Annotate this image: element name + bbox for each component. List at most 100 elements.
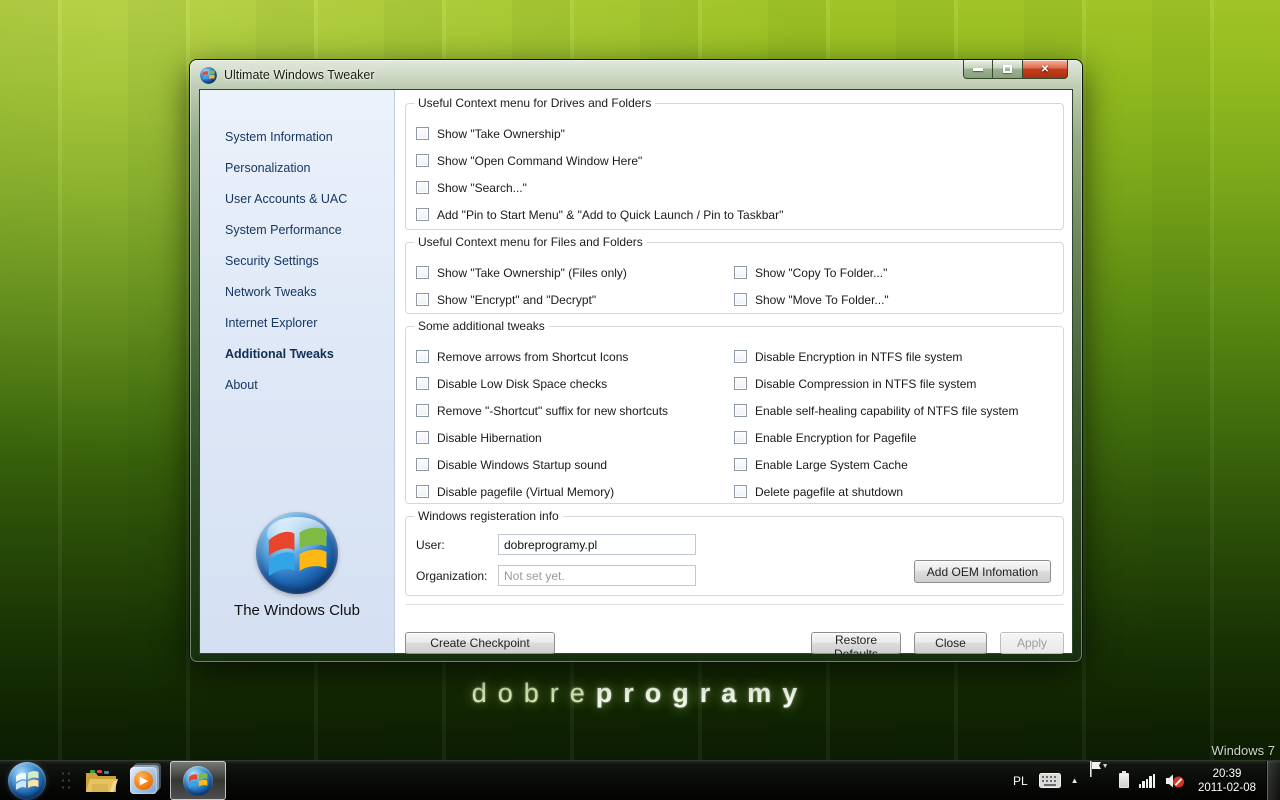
checkbox-row[interactable]: Show "Open Command Window Here" bbox=[416, 147, 1053, 174]
checkbox-label[interactable]: Enable self-healing capability of NTFS f… bbox=[755, 404, 1018, 418]
checkbox-label[interactable]: Disable Windows Startup sound bbox=[437, 458, 607, 472]
checkbox-enable-large-system-cache[interactable] bbox=[734, 458, 747, 471]
sidebar-item-network-tweaks[interactable]: Network Tweaks bbox=[200, 277, 394, 308]
checkbox-take-ownership-files[interactable] bbox=[416, 266, 429, 279]
checkbox-label[interactable]: Delete pagefile at shutdown bbox=[755, 485, 903, 499]
taskbar-clock[interactable]: 20:39 2011-02-08 bbox=[1190, 767, 1266, 795]
show-desktop-button[interactable] bbox=[1266, 761, 1280, 800]
checkbox-row[interactable]: Show "Copy To Folder..." bbox=[734, 259, 1053, 286]
language-indicator[interactable]: PL bbox=[1007, 774, 1034, 788]
apply-button[interactable]: Apply bbox=[1000, 632, 1064, 654]
checkbox-open-command-window[interactable] bbox=[416, 154, 429, 167]
checkbox-row[interactable]: Delete pagefile at shutdown bbox=[734, 478, 1053, 505]
checkbox-label[interactable]: Show "Copy To Folder..." bbox=[755, 266, 887, 280]
taskbar-media-player-button[interactable]: ▶ bbox=[122, 761, 164, 800]
close-icon: ✕ bbox=[1041, 64, 1049, 75]
checkbox-label[interactable]: Show "Take Ownership" bbox=[437, 127, 565, 141]
windows-club-logo-block: The Windows Club bbox=[200, 512, 394, 619]
checkbox-row[interactable]: Disable Encryption in NTFS file system bbox=[734, 343, 1053, 370]
checkbox-row[interactable]: Enable Encryption for Pagefile bbox=[734, 424, 1053, 451]
checkbox-label[interactable]: Show "Encrypt" and "Decrypt" bbox=[437, 293, 596, 307]
checkbox-row[interactable]: Remove "-Shortcut" suffix for new shortc… bbox=[416, 397, 734, 424]
checkbox-row[interactable]: Remove arrows from Shortcut Icons bbox=[416, 343, 734, 370]
checkbox-row[interactable]: Show "Encrypt" and "Decrypt" bbox=[416, 286, 734, 313]
checkbox-label[interactable]: Show "Open Command Window Here" bbox=[437, 154, 642, 168]
volume-button[interactable] bbox=[1160, 761, 1190, 800]
checkbox-row[interactable]: Disable pagefile (Virtual Memory) bbox=[416, 478, 734, 505]
user-input[interactable] bbox=[498, 534, 696, 555]
ultimate-windows-tweaker-window: Ultimate Windows Tweaker ✕ System Inform… bbox=[190, 60, 1082, 662]
start-button[interactable] bbox=[8, 762, 46, 800]
checkbox-label[interactable]: Disable Compression in NTFS file system bbox=[755, 377, 976, 391]
sidebar-item-about[interactable]: About bbox=[200, 370, 394, 401]
checkbox-disable-startup-sound[interactable] bbox=[416, 458, 429, 471]
sidebar-item-personalization[interactable]: Personalization bbox=[200, 153, 394, 184]
checkbox-disable-pagefile[interactable] bbox=[416, 485, 429, 498]
checkbox-encrypt-decrypt[interactable] bbox=[416, 293, 429, 306]
checkbox-row[interactable]: Show "Move To Folder..." bbox=[734, 286, 1053, 313]
action-center-button[interactable]: ▼ bbox=[1084, 761, 1114, 800]
checkbox-row[interactable]: Enable self-healing capability of NTFS f… bbox=[734, 397, 1053, 424]
network-button[interactable] bbox=[1134, 761, 1161, 800]
checkbox-row[interactable]: Disable Low Disk Space checks bbox=[416, 370, 734, 397]
close-button[interactable]: ✕ bbox=[1022, 60, 1068, 79]
sidebar-item-system-performance[interactable]: System Performance bbox=[200, 215, 394, 246]
checkbox-take-ownership[interactable] bbox=[416, 127, 429, 140]
minimize-button[interactable] bbox=[963, 60, 993, 79]
checkbox-copy-to-folder[interactable] bbox=[734, 266, 747, 279]
restore-defaults-button[interactable]: Restore Defaults bbox=[811, 632, 901, 654]
checkbox-label[interactable]: Disable Encryption in NTFS file system bbox=[755, 350, 962, 364]
checkbox-remove-shortcut-suffix[interactable] bbox=[416, 404, 429, 417]
taskbar-uwt-active-button[interactable] bbox=[170, 761, 226, 800]
checkbox-disable-hibernation[interactable] bbox=[416, 431, 429, 444]
power-battery-button[interactable] bbox=[1114, 761, 1134, 800]
organization-input[interactable] bbox=[498, 565, 696, 586]
checkbox-row[interactable]: Disable Hibernation bbox=[416, 424, 734, 451]
checkbox-row[interactable]: Disable Compression in NTFS file system bbox=[734, 370, 1053, 397]
clock-time: 20:39 bbox=[1198, 767, 1256, 781]
checkbox-label[interactable]: Enable Large System Cache bbox=[755, 458, 908, 472]
sidebar-item-internet-explorer[interactable]: Internet Explorer bbox=[200, 308, 394, 339]
checkbox-move-to-folder[interactable] bbox=[734, 293, 747, 306]
checkbox-row[interactable]: Disable Windows Startup sound bbox=[416, 451, 734, 478]
checkbox-label[interactable]: Remove "-Shortcut" suffix for new shortc… bbox=[437, 404, 668, 418]
taskbar-explorer-button[interactable] bbox=[80, 761, 122, 800]
checkbox-disable-low-disk-space[interactable] bbox=[416, 377, 429, 390]
checkbox-label[interactable]: Remove arrows from Shortcut Icons bbox=[437, 350, 628, 364]
checkbox-show-search[interactable] bbox=[416, 181, 429, 194]
add-oem-information-button[interactable]: Add OEM Infomation bbox=[914, 560, 1051, 583]
checkbox-pin-start-menu[interactable] bbox=[416, 208, 429, 221]
checkbox-enable-ntfs-self-healing[interactable] bbox=[734, 404, 747, 417]
checkbox-row[interactable]: Show "Take Ownership" (Files only) bbox=[416, 259, 734, 286]
show-hidden-icons-button[interactable]: ▲ bbox=[1066, 761, 1084, 800]
checkbox-row[interactable]: Show "Search..." bbox=[416, 174, 1053, 201]
checkbox-label[interactable]: Disable Low Disk Space checks bbox=[437, 377, 607, 391]
title-bar[interactable]: Ultimate Windows Tweaker ✕ bbox=[190, 60, 1082, 90]
create-checkpoint-button[interactable]: Create Checkpoint bbox=[405, 632, 555, 654]
checkbox-label[interactable]: Disable Hibernation bbox=[437, 431, 542, 445]
checkbox-label[interactable]: Show "Take Ownership" (Files only) bbox=[437, 266, 627, 280]
checkbox-label[interactable]: Enable Encryption for Pagefile bbox=[755, 431, 916, 445]
checkbox-row[interactable]: Enable Large System Cache bbox=[734, 451, 1053, 478]
close-dialog-button[interactable]: Close bbox=[914, 632, 987, 654]
checkbox-disable-ntfs-encryption[interactable] bbox=[734, 350, 747, 363]
maximize-button[interactable] bbox=[993, 60, 1022, 79]
checkbox-label[interactable]: Show "Move To Folder..." bbox=[755, 293, 889, 307]
checkbox-enable-pagefile-encryption[interactable] bbox=[734, 431, 747, 444]
checkbox-disable-ntfs-compression[interactable] bbox=[734, 377, 747, 390]
checkbox-remove-shortcut-arrows[interactable] bbox=[416, 350, 429, 363]
sidebar-item-user-accounts-uac[interactable]: User Accounts & UAC bbox=[200, 184, 394, 215]
checkbox-delete-pagefile-shutdown[interactable] bbox=[734, 485, 747, 498]
sidebar-item-additional-tweaks[interactable]: Additional Tweaks bbox=[200, 339, 394, 370]
checkbox-label[interactable]: Show "Search..." bbox=[437, 181, 527, 195]
clock-date: 2011-02-08 bbox=[1198, 781, 1256, 795]
window-controls: ✕ bbox=[963, 60, 1068, 79]
checkbox-label[interactable]: Disable pagefile (Virtual Memory) bbox=[437, 485, 614, 499]
checkbox-row[interactable]: Add "Pin to Start Menu" & "Add to Quick … bbox=[416, 201, 1053, 228]
wordmark-light: dobre bbox=[472, 678, 596, 708]
sidebar-item-system-information[interactable]: System Information bbox=[200, 122, 394, 153]
keyboard-layout-button[interactable] bbox=[1034, 761, 1066, 800]
checkbox-label[interactable]: Add "Pin to Start Menu" & "Add to Quick … bbox=[437, 208, 783, 222]
sidebar-item-security-settings[interactable]: Security Settings bbox=[200, 246, 394, 277]
checkbox-row[interactable]: Show "Take Ownership" bbox=[416, 120, 1053, 147]
